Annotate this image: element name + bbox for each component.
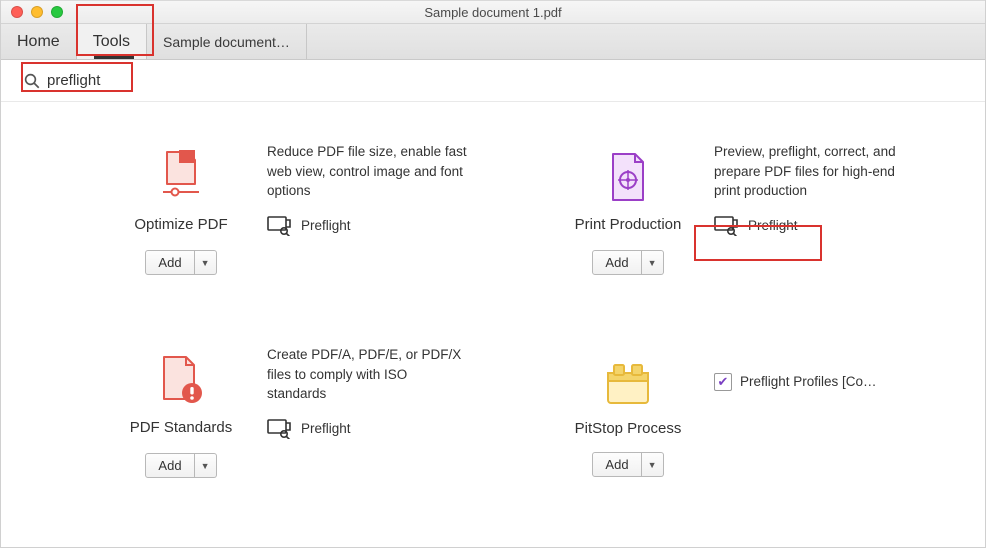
optimize-pdf-desc: Reduce PDF file size, enable fast web vi… [267, 142, 467, 201]
preflight-icon [714, 214, 740, 236]
app-window: Sample document 1.pdf Home Tools Sample … [0, 0, 986, 548]
print-production-name: Print Production [558, 204, 698, 233]
tab-document[interactable]: Sample document… [147, 24, 307, 59]
standards-add-button[interactable]: Add [145, 453, 194, 478]
standards-add-split-button: Add ▼ [145, 453, 216, 478]
pitstop-preflight-profiles[interactable]: Preflight Profiles [Co… [714, 363, 914, 391]
search-input[interactable] [41, 68, 161, 93]
tab-bar: Home Tools Sample document… [1, 24, 985, 60]
preflight-icon [267, 417, 293, 439]
search-icon [23, 72, 41, 90]
preflight-label: Preflight [748, 218, 798, 233]
pdf-standards-icon [111, 345, 251, 407]
tool-pdf-standards[interactable]: Create PDF/A, PDF/E, or PDF/X files to c… [111, 345, 498, 478]
print-add-split-button: Add ▼ [592, 250, 663, 275]
preflight-label: Preflight [301, 218, 351, 233]
print-add-caret[interactable]: ▼ [642, 250, 664, 275]
window-controls [1, 6, 63, 18]
preflight-icon [267, 214, 293, 236]
print-production-preflight[interactable]: Preflight [714, 204, 914, 236]
window-title: Sample document 1.pdf [1, 5, 985, 20]
optimize-add-caret[interactable]: ▼ [195, 250, 217, 275]
standards-add-caret[interactable]: ▼ [195, 453, 217, 478]
tools-grid: Reduce PDF file size, enable fast web vi… [1, 102, 985, 478]
preflight-label: Preflight [301, 421, 351, 436]
print-add-button[interactable]: Add [592, 250, 641, 275]
pitstop-add-caret[interactable]: ▼ [642, 452, 664, 477]
tab-tools[interactable]: Tools [77, 24, 147, 59]
optimize-add-button[interactable]: Add [145, 250, 194, 275]
pitstop-process-name: PitStop Process [558, 408, 698, 437]
pitstop-process-icon [558, 345, 698, 407]
checkbox-checked-icon [714, 373, 732, 391]
tool-optimize-pdf[interactable]: Reduce PDF file size, enable fast web vi… [111, 142, 498, 275]
optimize-pdf-preflight[interactable]: Preflight [267, 204, 467, 236]
pdf-standards-preflight[interactable]: Preflight [267, 407, 467, 439]
pdf-standards-desc: Create PDF/A, PDF/E, or PDF/X files to c… [267, 345, 467, 404]
optimize-add-split-button: Add ▼ [145, 250, 216, 275]
optimize-pdf-icon [111, 142, 251, 204]
print-production-icon [558, 142, 698, 204]
zoom-window-button[interactable] [51, 6, 63, 18]
preflight-profiles-label: Preflight Profiles [Co… [740, 374, 877, 389]
optimize-pdf-name: Optimize PDF [111, 204, 251, 233]
tab-home[interactable]: Home [1, 24, 77, 59]
tool-pitstop-process[interactable]: . PitStop Process Preflight Profiles [Co… [558, 345, 945, 478]
close-window-button[interactable] [11, 6, 23, 18]
titlebar: Sample document 1.pdf [1, 0, 985, 24]
pitstop-add-button[interactable]: Add [592, 452, 641, 477]
minimize-window-button[interactable] [31, 6, 43, 18]
tab-tools-underline [94, 56, 134, 59]
print-production-desc: Preview, preflight, correct, and prepare… [714, 142, 914, 201]
pdf-standards-name: PDF Standards [111, 407, 251, 436]
pitstop-add-split-button: Add ▼ [592, 452, 663, 477]
tool-print-production[interactable]: Preview, preflight, correct, and prepare… [558, 142, 945, 275]
search-bar [1, 60, 985, 102]
